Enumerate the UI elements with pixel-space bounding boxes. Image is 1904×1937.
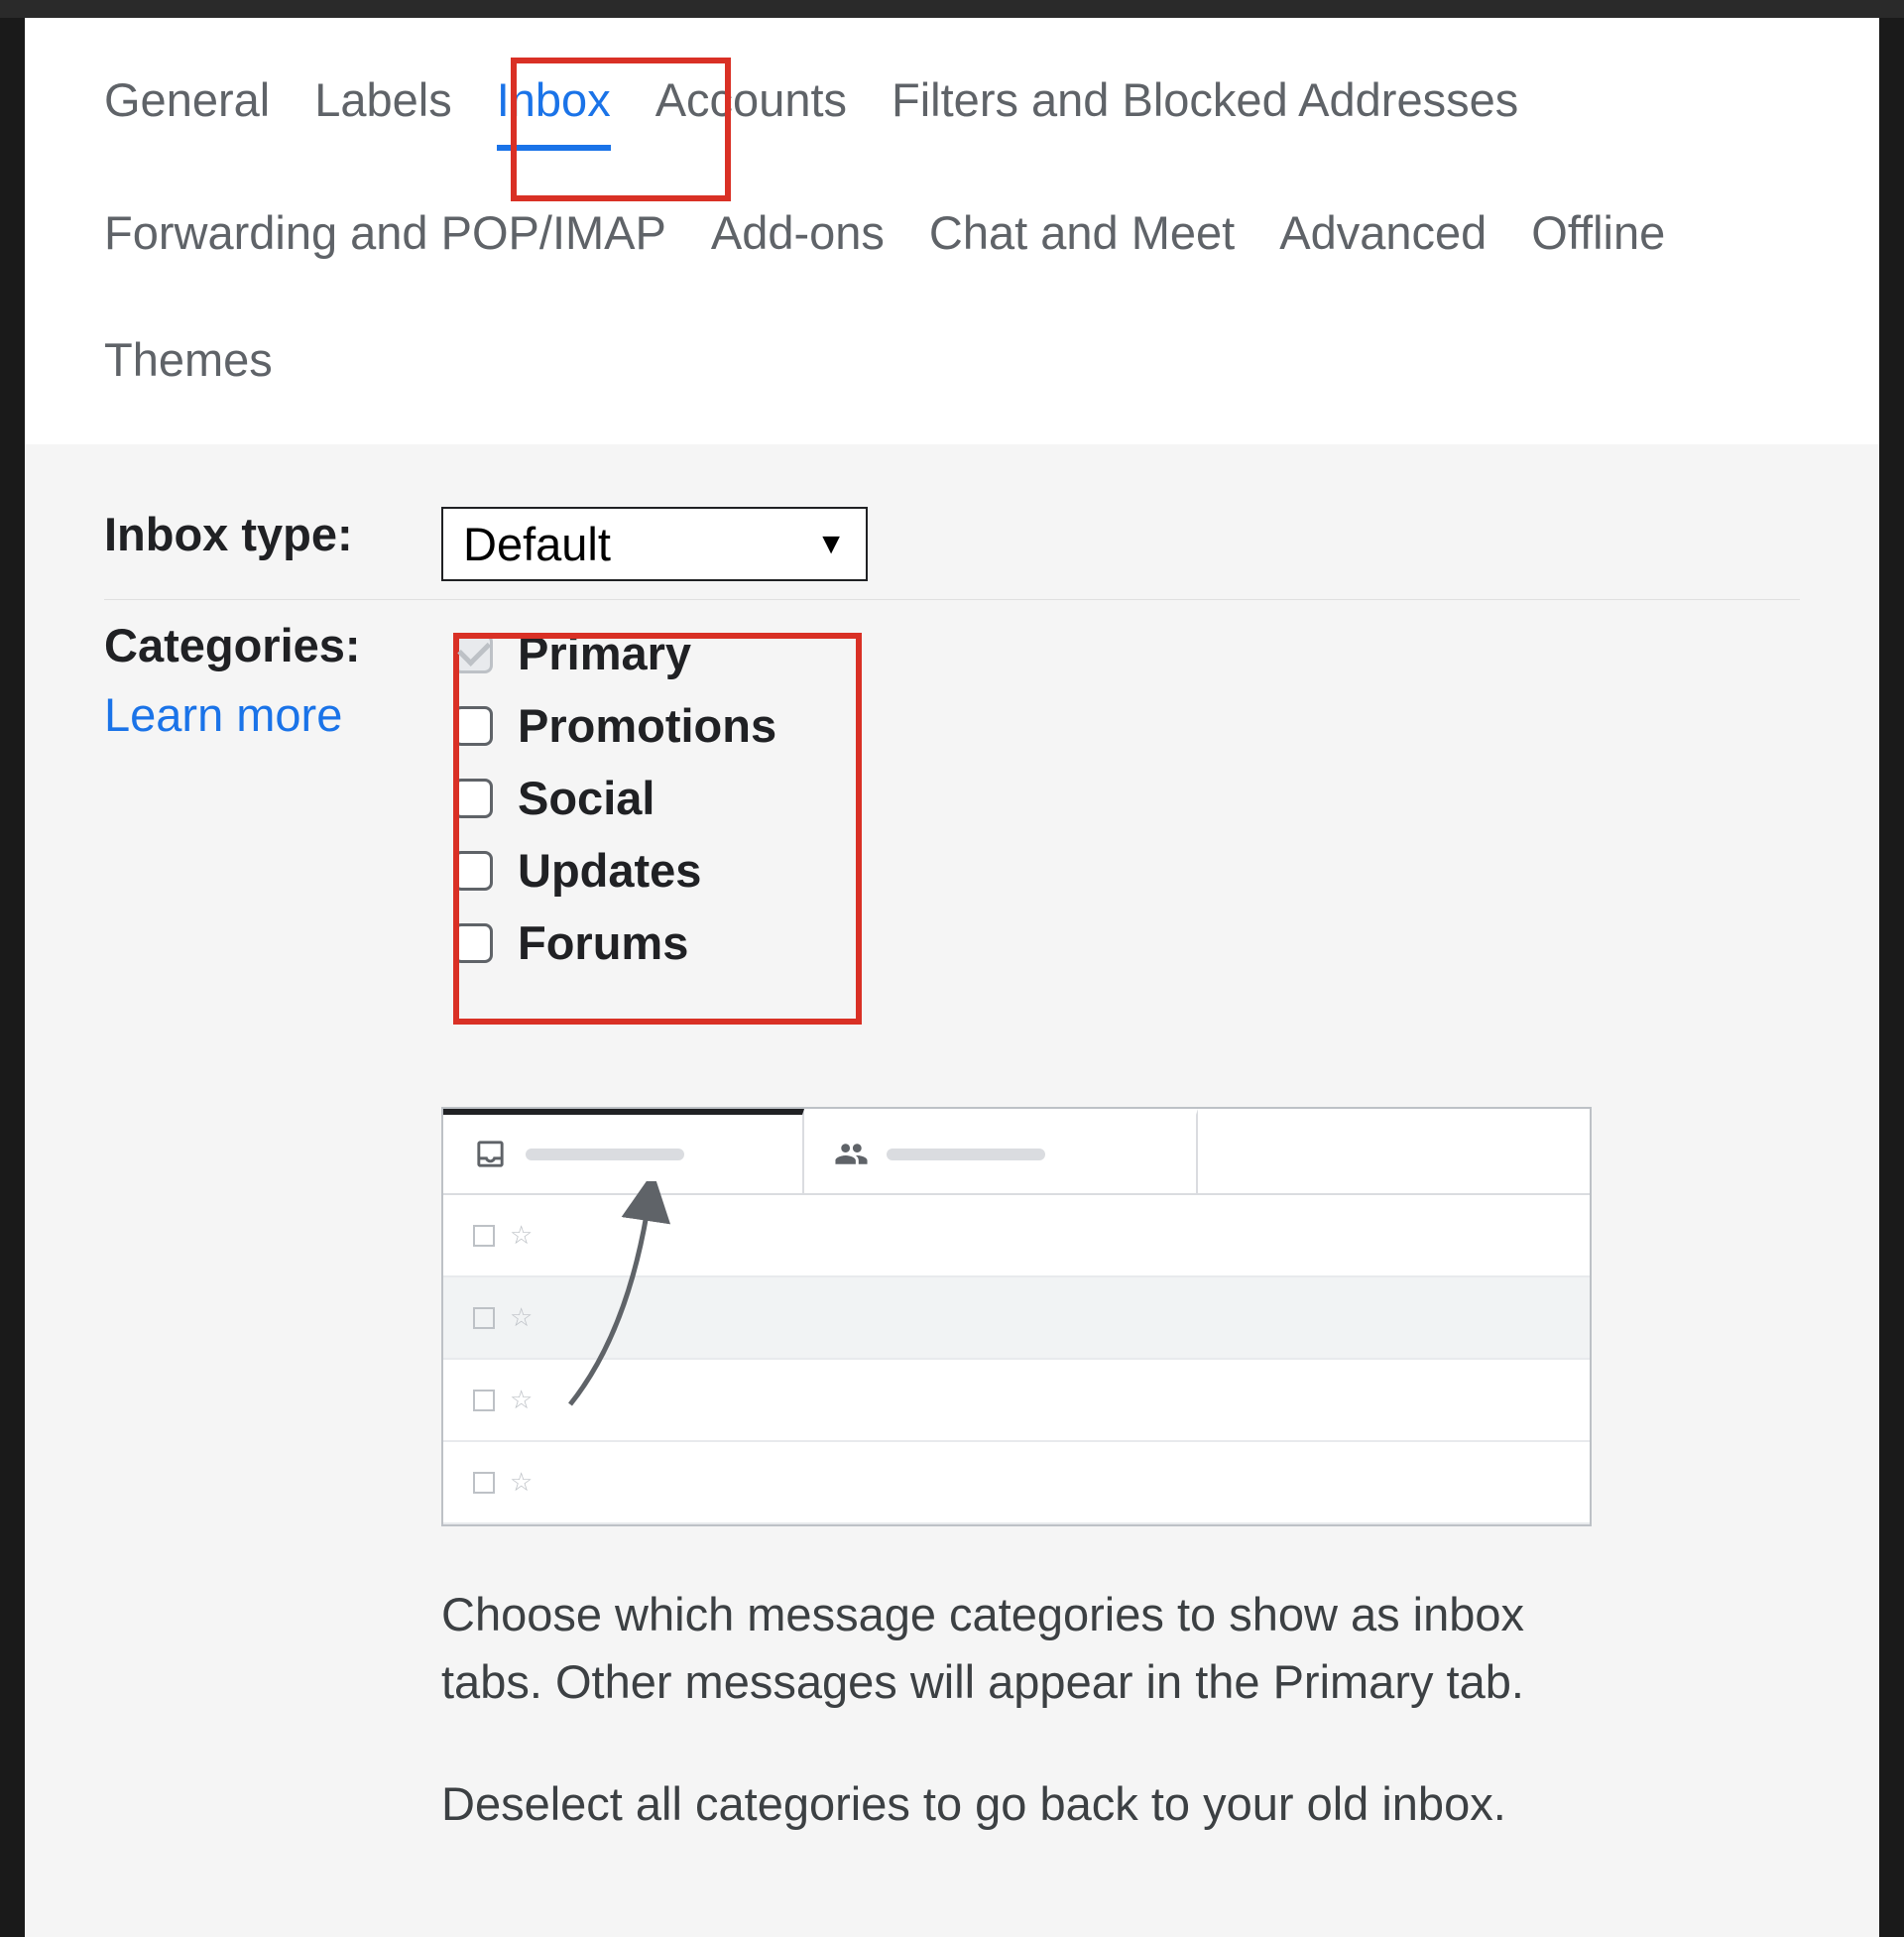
preview-checkbox-icon <box>473 1225 495 1247</box>
tab-labels[interactable]: Labels <box>314 72 452 151</box>
tab-filters[interactable]: Filters and Blocked Addresses <box>892 72 1518 151</box>
tab-inbox[interactable]: Inbox <box>497 72 611 151</box>
preview-checkbox-icon <box>473 1390 495 1411</box>
tab-themes[interactable]: Themes <box>104 332 273 405</box>
tab-chat[interactable]: Chat and Meet <box>929 205 1235 278</box>
categories-label: Categories: <box>104 619 361 671</box>
preview-checkbox-icon <box>473 1472 495 1494</box>
description-text-1: Choose which message categories to show … <box>441 1581 1592 1716</box>
inbox-type-selected: Default <box>463 517 611 571</box>
tab-forwarding[interactable]: Forwarding and POP/IMAP <box>104 205 666 278</box>
category-checkbox-promotions[interactable] <box>453 706 493 746</box>
star-icon: ☆ <box>510 1302 533 1333</box>
category-item-promotions: Promotions <box>453 698 1800 753</box>
tab-accounts[interactable]: Accounts <box>655 72 847 151</box>
preview-tab-label-placeholder <box>526 1149 684 1160</box>
star-icon: ☆ <box>510 1467 533 1498</box>
tab-general[interactable]: General <box>104 72 270 151</box>
star-icon: ☆ <box>510 1220 533 1251</box>
star-icon: ☆ <box>510 1385 533 1415</box>
inbox-preview-wrapper: ☆ ☆ ☆ ☆ <box>104 1107 1800 1526</box>
preview-checkbox-icon <box>473 1307 495 1329</box>
settings-panel: General Labels Inbox Accounts Filters an… <box>25 18 1879 1937</box>
inbox-type-row: Inbox type: Default ▼ <box>104 489 1800 600</box>
categories-description: Choose which message categories to show … <box>441 1581 1592 1838</box>
inbox-icon <box>473 1137 508 1171</box>
category-label: Social <box>518 771 654 825</box>
tab-advanced[interactable]: Advanced <box>1279 205 1487 278</box>
category-item-social: Social <box>453 771 1800 825</box>
settings-body: Inbox type: Default ▼ Categories: Learn … <box>25 444 1879 1937</box>
inbox-type-label: Inbox type: <box>104 507 441 561</box>
categories-label-col: Categories: Learn more <box>104 618 441 742</box>
category-label: Primary <box>518 626 691 680</box>
window-top-bar <box>0 0 1904 18</box>
description-text-2: Deselect all categories to go back to yo… <box>441 1770 1592 1838</box>
preview-mail-row: ☆ <box>443 1277 1590 1360</box>
preview-tab-label-placeholder <box>887 1149 1045 1160</box>
category-label: Promotions <box>518 698 776 753</box>
preview-mail-row: ☆ <box>443 1360 1590 1442</box>
tab-offline[interactable]: Offline <box>1531 205 1665 278</box>
category-checkbox-updates[interactable] <box>453 851 493 891</box>
preview-mail-row: ☆ <box>443 1195 1590 1277</box>
people-icon <box>834 1137 869 1171</box>
category-checkbox-primary <box>453 634 493 673</box>
inbox-preview: ☆ ☆ ☆ ☆ <box>441 1107 1592 1526</box>
tab-addons[interactable]: Add-ons <box>711 205 885 278</box>
inbox-type-select[interactable]: Default ▼ <box>441 507 868 581</box>
category-item-updates: Updates <box>453 843 1800 898</box>
category-label: Updates <box>518 843 701 898</box>
category-checkbox-forums[interactable] <box>453 923 493 963</box>
preview-mail-row: ☆ <box>443 1442 1590 1524</box>
settings-tabs-nav: General Labels Inbox Accounts Filters an… <box>25 18 1879 444</box>
learn-more-link[interactable]: Learn more <box>104 687 441 742</box>
preview-tab-social <box>804 1109 1198 1193</box>
categories-row: Categories: Learn more Primary Promotion… <box>104 600 1800 988</box>
category-label: Forums <box>518 915 688 970</box>
preview-tab-primary <box>443 1109 804 1193</box>
category-list: Primary Promotions Social Updates <box>441 618 1800 970</box>
category-item-primary: Primary <box>453 626 1800 680</box>
category-item-forums: Forums <box>453 915 1800 970</box>
preview-tab-empty <box>1198 1109 1590 1193</box>
category-checkbox-social[interactable] <box>453 779 493 818</box>
preview-tabs <box>443 1109 1590 1195</box>
chevron-down-icon: ▼ <box>816 528 846 561</box>
